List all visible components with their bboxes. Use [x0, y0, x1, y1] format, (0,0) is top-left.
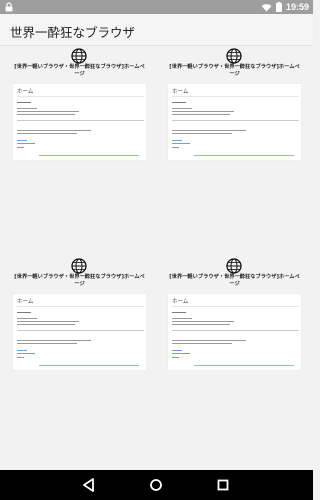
thumbnail-link: [17, 140, 27, 141]
thumbnail-text-line: [17, 321, 79, 322]
thumbnail-separator: [17, 330, 144, 331]
globe-icon: [226, 258, 242, 274]
thumbnail-text-line: [17, 312, 31, 313]
tab-title: [世界一軽いブラウザ・世界一酔狂なブラウザ]ホームページ: [14, 64, 145, 77]
thumbnail-text-line: [172, 114, 230, 115]
status-bar: 19:59: [0, 0, 313, 14]
app-title: 世界一酔狂なブラウザ: [10, 25, 136, 40]
thumbnail-text-line: [172, 102, 186, 103]
thumbnail-separator: [172, 330, 299, 331]
thumbnail-link: [172, 140, 182, 141]
thumbnail-text-line: [172, 343, 232, 344]
thumbnail-footer: [194, 155, 294, 156]
tab-title: [世界一軽いブラウザ・世界一酔狂なブラウザ]ホームページ: [169, 64, 300, 77]
thumbnail-divider: [172, 96, 299, 97]
globe-icon: [226, 48, 242, 64]
thumbnail-text-line: [17, 324, 75, 325]
thumbnail-text-line: [17, 114, 75, 115]
thumbnail-link: [172, 143, 190, 144]
thumbnail-text-line: [17, 343, 77, 344]
thumbnail-text-line: [17, 318, 37, 319]
navigation-bar: [0, 470, 313, 500]
thumbnail-text-line: [172, 130, 246, 131]
status-time: 19:59: [285, 2, 309, 12]
battery-icon: [275, 2, 282, 12]
thumbnail-text-line: [17, 108, 37, 109]
thumbnail-link: [172, 147, 179, 148]
lock-notification-icon: [5, 2, 13, 12]
tab-thumbnail[interactable]: ホーム: [167, 293, 302, 371]
tab-tile[interactable]: [世界一軽いブラウザ・世界一酔狂なブラウザ]ホームページ ホーム: [12, 258, 147, 438]
tab-thumbnail[interactable]: ホーム: [12, 83, 147, 161]
thumbnail-text-line: [172, 340, 246, 341]
thumbnail-separator: [172, 120, 299, 121]
thumbnail-separator: [17, 120, 144, 121]
thumbnail-text-line: [17, 340, 91, 341]
status-indicators: 19:59: [261, 0, 309, 14]
thumbnail-text-line: [17, 130, 91, 131]
thumbnail-heading: ホーム: [172, 89, 189, 95]
globe-icon: [71, 48, 87, 64]
tab-tile[interactable]: [世界一軽いブラウザ・世界一酔狂なブラウザ]ホームページ ホーム: [12, 48, 147, 228]
thumbnail-divider: [17, 96, 144, 97]
thumbnail-link: [172, 350, 182, 351]
tab-tile[interactable]: [世界一軽いブラウザ・世界一酔狂なブラウザ]ホームページ ホーム: [167, 258, 302, 438]
thumbnail-heading: ホーム: [172, 299, 189, 305]
thumbnail-link: [172, 353, 190, 354]
app-bar: 世界一酔狂なブラウザ: [0, 14, 313, 46]
thumbnail-text-line: [17, 102, 31, 103]
thumbnail-link: [17, 350, 27, 351]
thumbnail-text-line: [172, 111, 234, 112]
recents-square-icon[interactable]: [208, 470, 238, 500]
tab-thumbnail[interactable]: ホーム: [12, 293, 147, 371]
thumbnail-text-line: [172, 324, 230, 325]
thumbnail-heading: ホーム: [17, 299, 34, 305]
thumbnail-text-line: [172, 318, 192, 319]
tab-title: [世界一軽いブラウザ・世界一酔狂なブラウザ]ホームページ: [14, 274, 145, 287]
globe-icon: [71, 258, 87, 274]
tab-thumbnail[interactable]: ホーム: [167, 83, 302, 161]
tab-tile[interactable]: [世界一軽いブラウザ・世界一酔狂なブラウザ]ホームページ ホーム: [167, 48, 302, 228]
back-triangle-icon[interactable]: [74, 470, 104, 500]
thumbnail-text-line: [172, 133, 232, 134]
thumbnail-text-line: [17, 111, 79, 112]
thumbnail-link: [17, 147, 24, 148]
thumbnail-footer: [194, 365, 294, 366]
wifi-icon: [261, 3, 272, 11]
thumbnail-heading: ホーム: [17, 89, 34, 95]
thumbnail-divider: [172, 306, 299, 307]
home-circle-icon[interactable]: [141, 470, 171, 500]
thumbnail-footer: [39, 155, 139, 156]
thumbnail-text-line: [172, 321, 234, 322]
thumbnail-text-line: [172, 108, 192, 109]
thumbnail-text-line: [172, 312, 186, 313]
thumbnail-footer: [39, 365, 139, 366]
thumbnail-link: [17, 143, 35, 144]
thumbnail-divider: [17, 306, 144, 307]
tab-title: [世界一軽いブラウザ・世界一酔狂なブラウザ]ホームページ: [169, 274, 300, 287]
thumbnail-link: [172, 357, 179, 358]
thumbnail-link: [17, 353, 35, 354]
tab-grid: [世界一軽いブラウザ・世界一酔狂なブラウザ]ホームページ ホーム [世界一軽いブ…: [0, 46, 313, 470]
thumbnail-link: [17, 357, 24, 358]
thumbnail-text-line: [17, 133, 77, 134]
